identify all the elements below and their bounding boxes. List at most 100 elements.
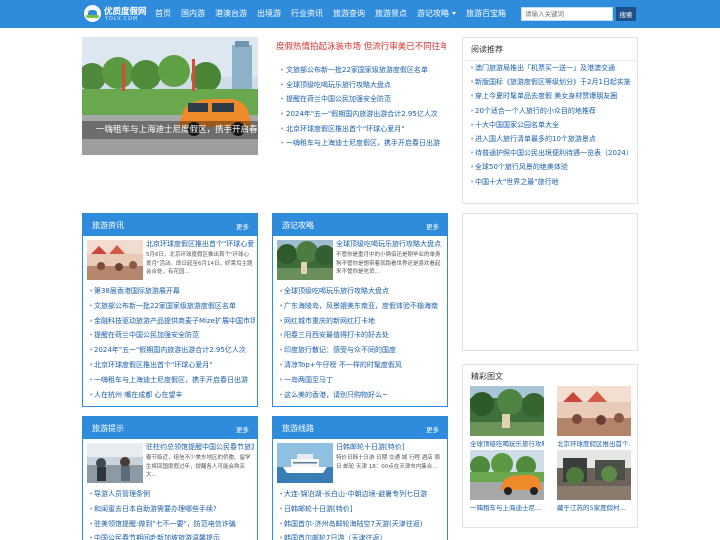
list-item[interactable]: 驻美领馆提醒:做到"七不一要"，防范电信诈骗 <box>89 517 255 532</box>
list-item[interactable]: 一岛两国至马丁 <box>279 373 445 388</box>
gallery-item[interactable]: 藏于江苏的5家度假村... <box>557 450 631 512</box>
reading-list: 澳门旅游局推出「机票买一送一」及港澳交通 新版国标《旅游度假区等级划分》于2月1… <box>470 61 630 189</box>
nav-travel-query[interactable]: 旅游查询 <box>328 0 370 28</box>
feature-title[interactable]: 全球顶级吃喝玩乐旅行攻略大盘点 <box>336 239 444 249</box>
more-link[interactable]: 更多 <box>426 424 439 434</box>
main-nav: 首页 国内游 港澳台游 出境游 行业资讯 旅游查询 旅游景点 游记攻略 旅游百宝… <box>150 0 511 28</box>
search-button[interactable]: 搜索 <box>616 7 636 21</box>
list-item[interactable]: 中国公民春节期间赴新加坡旅游温馨提示 <box>89 531 255 540</box>
reading-item[interactable]: 澳门旅游局推出「机票买一送一」及港澳交通 <box>470 61 630 75</box>
panel-travel-guides: 游记攻略 更多 全球顶级吃喝玩乐旅行攻略大盘点 不管你是重月中的小俩侣还是刚毕业… <box>272 213 448 407</box>
list-item[interactable]: 清凉Top+午仔榜 不一样的时髦度假风 <box>279 358 445 373</box>
panel-header: 旅游资讯 更多 <box>83 214 257 236</box>
nav-outbound[interactable]: 出境游 <box>252 0 286 28</box>
slider-caption[interactable]: 一嗨租车与上海迪士尼度假区，携手开启春日出游 <box>82 121 258 139</box>
list-item[interactable]: 大连-锦泊湖-长白山-中朝边境-避暑专列七日游 <box>279 487 445 502</box>
search-input[interactable] <box>521 7 613 21</box>
news-item[interactable]: 北京环球度假区推出首个"环球心爱月" <box>280 122 448 137</box>
more-link[interactable]: 更多 <box>236 221 249 231</box>
panel-title: 旅游线路 <box>282 424 314 433</box>
gallery-item[interactable]: 一嗨租车与上海迪士尼... <box>470 450 544 512</box>
feature-summary: 5月6日，北京环球度假区推出首个"环球心爱月"活动。即日起至6月14日，好莱坞主… <box>146 252 253 275</box>
nav-home[interactable]: 首页 <box>150 0 176 28</box>
panel-travel-routes: 旅游线路 更多 日韩邮轮十日游[特价] 特价日韩十日游 日期 交通 城 行程 酒… <box>272 416 448 540</box>
reading-item[interactable]: 进入国人旅行清单最多的10个旅游景点 <box>470 132 630 146</box>
news-item[interactable]: 一嗨租车与上海迪士尼度假区，携手开启春日出游 <box>280 136 448 151</box>
list-item[interactable]: 阳春三月西安最值得打卡的好去处 <box>279 328 445 343</box>
feature-summary: 不管你是重月中的小俩侣还是刚毕业的单身狗不管你是想带着就跑看世界还是喜欢看起来不… <box>336 252 441 275</box>
gallery-caption[interactable]: 一嗨租车与上海迪士尼... <box>470 502 544 512</box>
gallery-image[interactable] <box>470 386 544 436</box>
nav-travel-guides-label: 游记攻略 <box>417 9 449 18</box>
headline-link[interactable]: 度假热情拍起泳装市场 但流行审美已不同往年 <box>276 40 446 56</box>
list-item[interactable]: 日韩邮轮十日游[特价] <box>279 502 445 517</box>
list-item[interactable]: 人在杭州 嘴在成都 心在望丰 <box>89 388 255 403</box>
panel-list: 大连-锦泊湖-长白山-中朝边境-避暑专列七日游 日韩邮轮十日游[特价] 韩国首尔… <box>279 487 445 540</box>
list-item[interactable]: 韩国首尔邮轮7日游（天津往返） <box>279 531 445 540</box>
nav-toolbox[interactable]: 旅游百宝箱 <box>461 0 511 28</box>
more-link[interactable]: 更多 <box>426 221 439 231</box>
feature-title[interactable]: 北京环球度假区推出首个"环球心爱月" <box>146 239 254 249</box>
feature-summary: 特价日韩十日游 日期 交通 城 行程 酒店 周日 邮轮 天津 18：00点在天津… <box>336 455 440 470</box>
list-item[interactable]: 印度旅行散记：感受与众不同的国度 <box>279 343 445 358</box>
gallery-caption[interactable]: 北京环球度假区推出首个... <box>557 438 631 448</box>
list-item[interactable]: 全球顶级吃喝玩乐旅行攻略大盘点 <box>279 284 445 299</box>
list-item[interactable]: 一嗨租车与上海迪士尼度假区，携手开启春日出游 <box>89 373 255 388</box>
gallery-title: 精彩图文 <box>471 372 503 381</box>
news-item[interactable]: 提醒在荷兰中国公民加强安全防范 <box>280 92 448 107</box>
reading-item[interactable]: 穿上今夏时髦单品去度假 美女身材赞爆朋友圈 <box>470 89 630 103</box>
ad-placeholder <box>462 213 638 351</box>
feature-image[interactable] <box>277 240 333 280</box>
list-item[interactable]: 2024年"五一"假期国内旅游出游合计2.95亿人次 <box>89 343 255 358</box>
reading-item[interactable]: 20个适合一个人旅行的小众目的地推荐 <box>470 104 630 118</box>
list-item[interactable]: 北京环球度假区推出首个"环球心爱月" <box>89 358 255 373</box>
reading-item[interactable]: 十大中国国家公园名单大全 <box>470 118 630 132</box>
nav-industry-news[interactable]: 行业资讯 <box>286 0 328 28</box>
panel-travel-tips: 旅游提示 更多 驻柱约总领馆提醒中国公民春节旅游 春节临近，组信不少美东地区的侨… <box>82 416 258 540</box>
reading-item[interactable]: 中国十大"世界之最"旅行地 <box>470 175 630 189</box>
list-item[interactable]: 文旅部公布新一批22家国家级旅游度假区名单 <box>89 299 255 314</box>
reading-item[interactable]: 全球50个旅行风景的绝美体验 <box>470 160 630 174</box>
gallery-image[interactable] <box>557 450 631 500</box>
list-item[interactable]: 第38届香港国际旅游展开幕 <box>89 284 255 299</box>
gallery-caption[interactable]: 藏于江苏的5家度假村... <box>557 502 631 512</box>
panel-title: 旅游提示 <box>92 424 124 433</box>
gallery-image[interactable] <box>470 450 544 500</box>
gallery-image[interactable] <box>557 386 631 436</box>
list-item[interactable]: 网红城市重庆的新网红打卡地 <box>279 314 445 329</box>
reading-title: 阅读推荐 <box>471 45 503 54</box>
news-item[interactable]: 文旅部公布新一批22家国家级旅游度假区名单 <box>280 63 448 78</box>
site-logo[interactable]: 优质度假网 YDLV.COM <box>84 4 150 24</box>
feature-title[interactable]: 驻柱约总领馆提醒中国公民春节旅游 <box>146 442 254 452</box>
list-item[interactable]: 提醒在荷兰中国公民加强安全防范 <box>89 328 255 343</box>
hero-slider[interactable]: 一嗨租车与上海迪士尼度假区，携手开启春日出游 <box>82 37 258 155</box>
feature-image[interactable] <box>87 240 143 280</box>
list-item[interactable]: 广东海陵岛，风景媲美东南亚，度假体验不输海南 <box>279 299 445 314</box>
nav-domestic[interactable]: 国内游 <box>176 0 210 28</box>
news-item[interactable]: 2024年"五一"假期国内旅游出游合计2.95亿人次 <box>280 107 448 122</box>
list-item[interactable]: 这么美的香港，请别只购物好么~ <box>279 388 445 403</box>
list-item[interactable]: 韩国首尔-济州岛邮轮海陆空7天游(天津往返) <box>279 517 445 532</box>
nav-hk-macau-taiwan[interactable]: 港澳台游 <box>210 0 252 28</box>
logo-icon <box>84 5 101 22</box>
reading-item[interactable]: 待普通护照中国公民出境便利待遇一览表（2024） <box>470 146 630 160</box>
list-item[interactable]: 和闺蜜去日本自助游需要办理哪些手续? <box>89 502 255 517</box>
gallery-item[interactable]: 北京环球度假区推出首个... <box>557 386 631 448</box>
feature-title[interactable]: 日韩邮轮十日游[特价] <box>336 442 444 452</box>
list-item[interactable]: 导游人员管理条例 <box>89 487 255 502</box>
list-item[interactable]: 金融科技驱动旅游产品提供商麦子Mize扩展中国市场 <box>89 314 255 329</box>
nav-attractions[interactable]: 旅游景点 <box>370 0 412 28</box>
panel-list: 全球顶级吃喝玩乐旅行攻略大盘点 广东海陵岛，风景媲美东南亚，度假体验不输海南 网… <box>279 284 445 402</box>
more-link[interactable]: 更多 <box>236 424 249 434</box>
panel-header: 旅游提示 更多 <box>83 417 257 439</box>
top-nav-bar: 优质度假网 YDLV.COM 首页 国内游 港澳台游 出境游 行业资讯 旅游查询… <box>0 0 720 28</box>
feature-image[interactable] <box>277 443 333 483</box>
news-item[interactable]: 全球顶级吃喝玩乐旅行攻略大盘点 <box>280 78 448 93</box>
feature-summary: 春节临近，组信不少美东地区的侨胞、留学生将回国度假过年，提醒各人可能会购买大..… <box>146 455 251 478</box>
gallery-item[interactable]: 全球顶级吃喝玩乐旅行攻略... <box>470 386 544 448</box>
feature-image[interactable] <box>87 443 143 483</box>
chevron-down-icon <box>452 12 456 15</box>
gallery-caption[interactable]: 全球顶级吃喝玩乐旅行攻略... <box>470 438 544 448</box>
nav-travel-guides[interactable]: 游记攻略 <box>412 0 461 28</box>
reading-item[interactable]: 新版国标《旅游度假区等级划分》于2月1日起实施 <box>470 75 630 89</box>
